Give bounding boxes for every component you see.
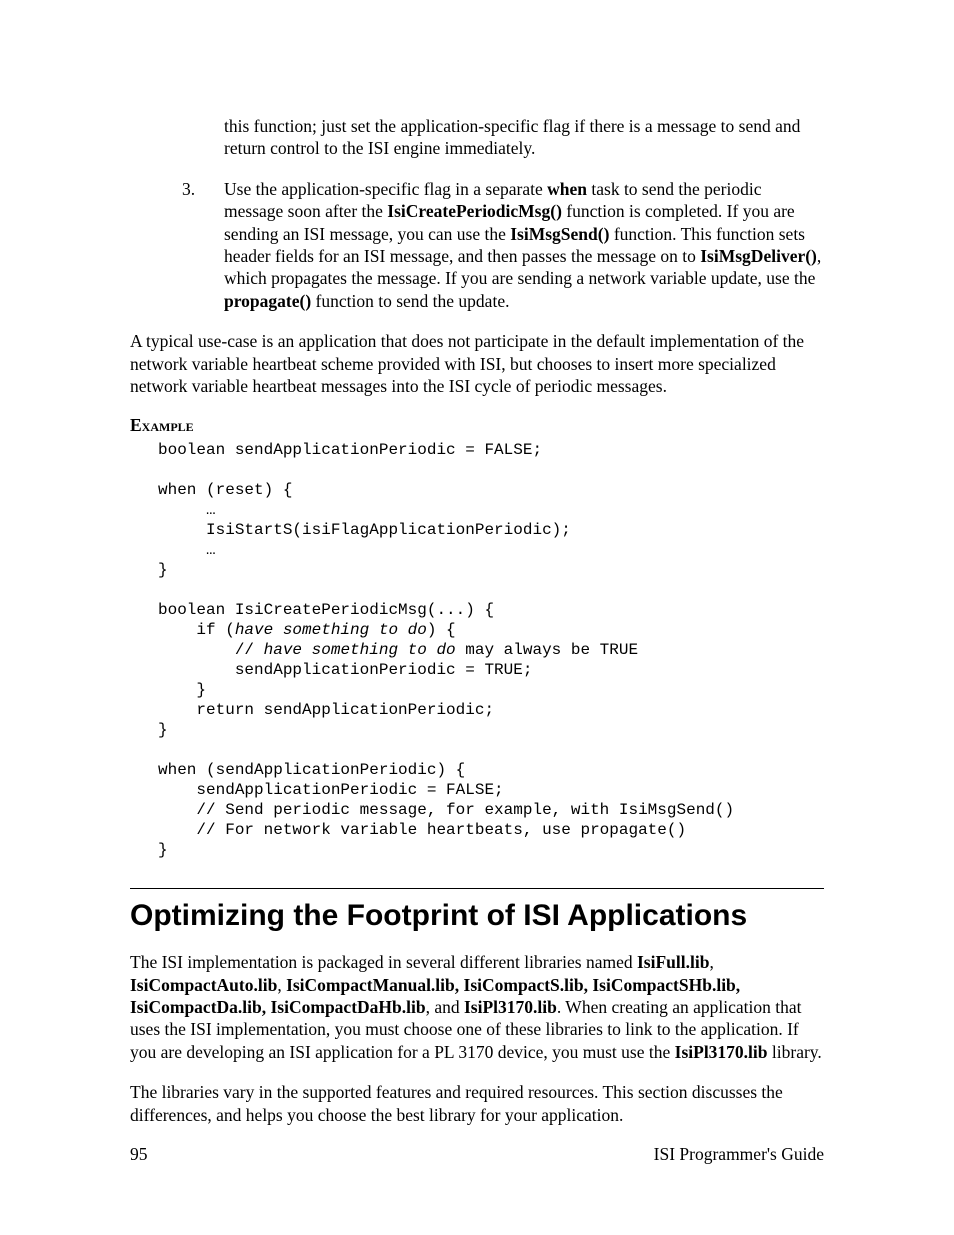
opt-paragraph-1: The ISI implementation is packaged in se… — [130, 951, 824, 1063]
continuation-paragraph: this function; just set the application-… — [224, 115, 824, 160]
code-line: … — [158, 541, 216, 559]
code-line: sendApplicationPeriodic = FALSE; — [158, 781, 504, 799]
text: The ISI implementation is packaged in se… — [130, 952, 637, 972]
code-line: boolean sendApplicationPeriodic = FALSE; — [158, 441, 542, 459]
code-line: // Send periodic message, for example, w… — [158, 801, 734, 819]
opt-paragraph-2: The libraries vary in the supported feat… — [130, 1081, 824, 1126]
code-line: } — [158, 561, 168, 579]
section-heading: Optimizing the Footprint of ISI Applicat… — [130, 899, 824, 933]
code-block: boolean sendApplicationPeriodic = FALSE;… — [158, 440, 824, 860]
code-line: } — [158, 841, 168, 859]
code-line: ) { — [427, 621, 456, 639]
code-line: when (sendApplicationPeriodic) { — [158, 761, 465, 779]
text: function to send the update. — [311, 291, 509, 311]
list-number: 3. — [182, 178, 195, 200]
text: A typical use-case is an application tha… — [130, 331, 804, 396]
text: library. — [768, 1042, 822, 1062]
code-line: // — [158, 641, 264, 659]
code-italic: have something to do — [235, 621, 427, 639]
page-footer: 95 ISI Programmer's Guide — [130, 1144, 824, 1165]
keyword-when: when — [547, 179, 587, 199]
lib-name: IsiFull.lib — [637, 952, 709, 972]
lib-name: IsiPl3170.lib — [464, 997, 557, 1017]
code-line: sendApplicationPeriodic = TRUE; — [158, 661, 532, 679]
fn-isimsgdeliver: IsiMsgDeliver() — [700, 246, 817, 266]
fn-isicreateperiodicmsg: IsiCreatePeriodicMsg() — [387, 201, 562, 221]
section-divider — [130, 888, 824, 889]
code-line: may always be TRUE — [456, 641, 638, 659]
code-line: when (reset) { — [158, 481, 292, 499]
code-line: return sendApplicationPeriodic; — [158, 701, 494, 719]
usecase-paragraph: A typical use-case is an application tha… — [130, 330, 824, 397]
text: , and — [426, 997, 464, 1017]
code-line: } — [158, 681, 206, 699]
code-italic: have something to do — [264, 641, 456, 659]
code-line: if ( — [158, 621, 235, 639]
document-title: ISI Programmer's Guide — [654, 1144, 824, 1165]
text: , — [277, 975, 286, 995]
page-number: 95 — [130, 1144, 148, 1165]
lib-name: IsiCompactAuto.lib — [130, 975, 277, 995]
code-line: } — [158, 721, 168, 739]
code-line: … — [158, 501, 216, 519]
text: Use the application-specific flag in a s… — [224, 179, 547, 199]
fn-isimsgsend: IsiMsgSend() — [510, 224, 609, 244]
text: this function; just set the application-… — [224, 116, 800, 158]
code-line: // For network variable heartbeats, use … — [158, 821, 686, 839]
code-line: boolean IsiCreatePeriodicMsg(...) { — [158, 601, 494, 619]
fn-propagate: propagate() — [224, 291, 311, 311]
example-heading: Example — [130, 415, 824, 436]
text: The libraries vary in the supported feat… — [130, 1082, 783, 1124]
lib-name: IsiPl3170.lib — [675, 1042, 768, 1062]
list-item-3: 3. Use the application-specific flag in … — [224, 178, 824, 312]
code-line: IsiStartS(isiFlagApplicationPeriodic); — [158, 521, 571, 539]
text: , — [709, 952, 713, 972]
